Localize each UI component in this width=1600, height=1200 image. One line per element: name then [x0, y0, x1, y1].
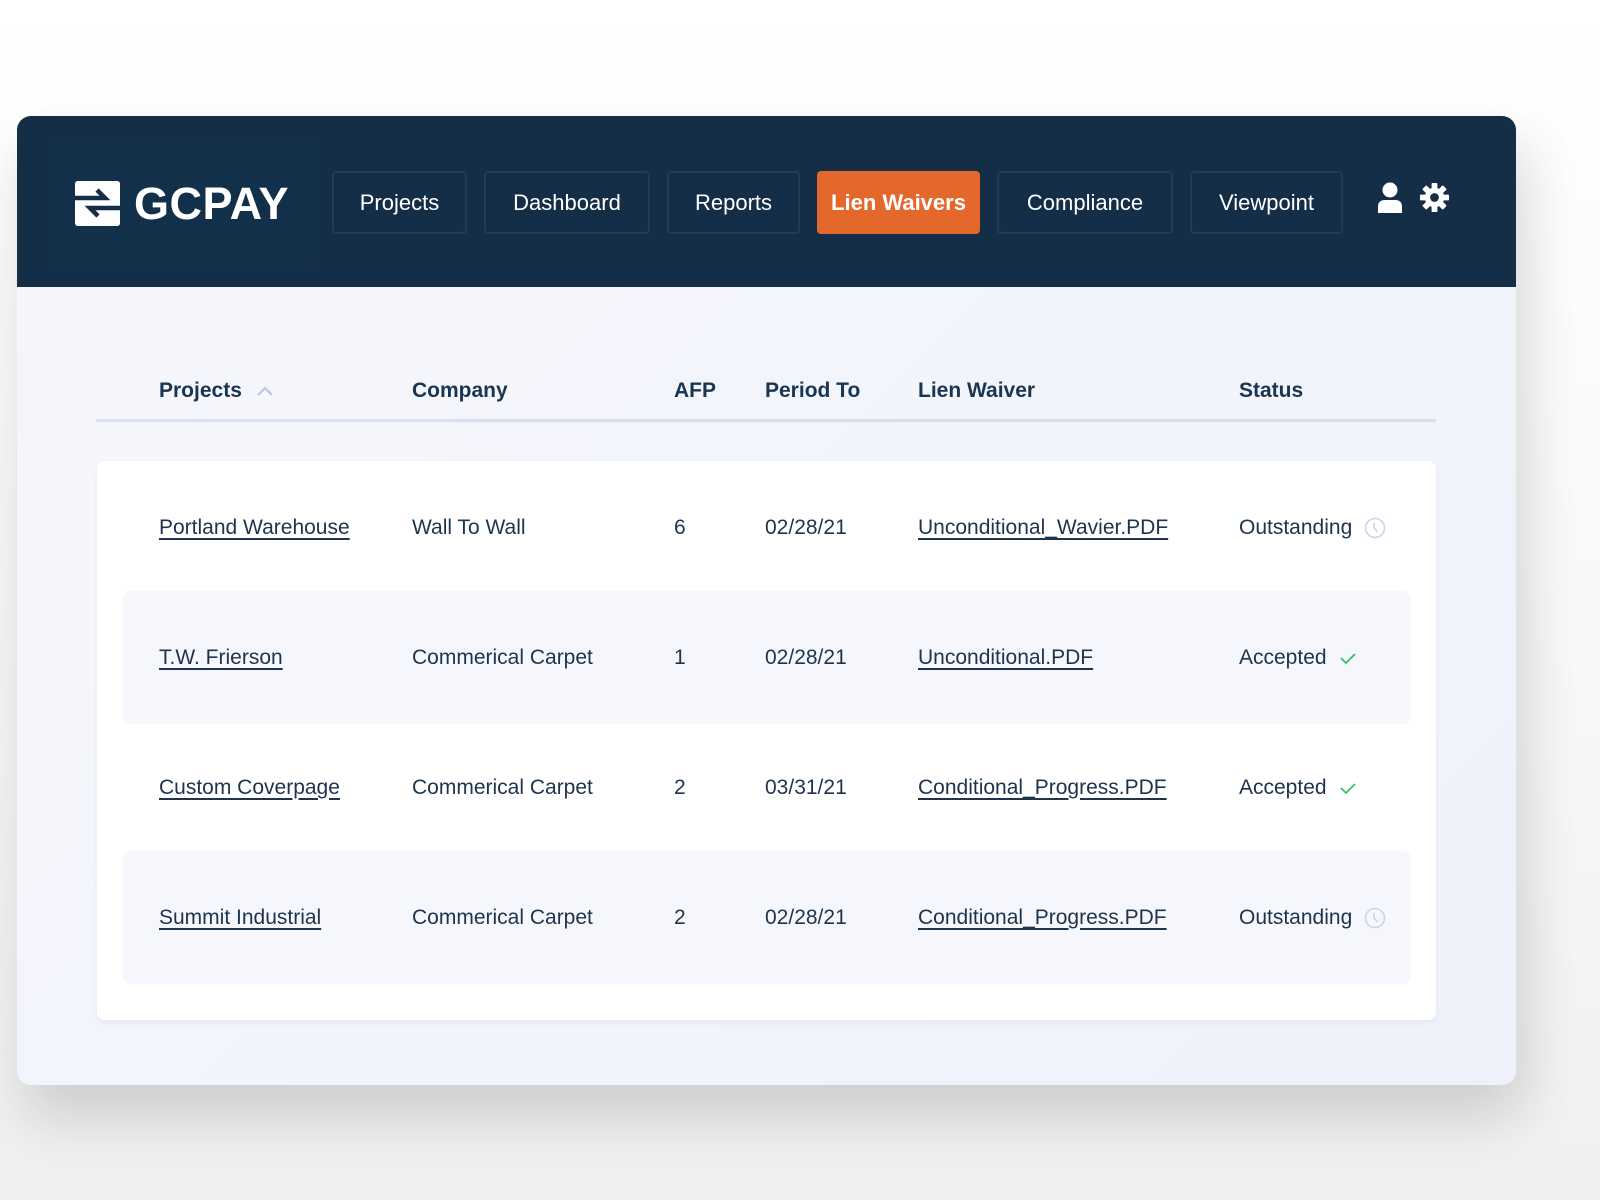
- nav-viewpoint[interactable]: Viewpoint: [1190, 171, 1343, 234]
- logo[interactable]: GCPAY: [49, 140, 314, 267]
- check-icon: [1339, 651, 1357, 665]
- company-cell: Wall To Wall: [412, 515, 526, 539]
- sort-ascending-icon[interactable]: [256, 379, 274, 403]
- status-text: Outstanding: [1239, 905, 1353, 929]
- user-icon[interactable]: [1377, 182, 1403, 219]
- status-text: Outstanding: [1239, 515, 1353, 539]
- nav-projects[interactable]: Projects: [332, 171, 467, 234]
- afp-cell: 2: [674, 905, 686, 929]
- app-window: GCPAY Projects Dashboard Reports Lien Wa…: [17, 116, 1516, 1085]
- period-to-cell: 02/28/21: [765, 515, 847, 539]
- table-row: Summit Industrial Commerical Carpet 2 02…: [123, 851, 1411, 984]
- lien-waiver-link[interactable]: Unconditional.PDF: [918, 646, 1093, 670]
- project-link[interactable]: Portland Warehouse: [159, 516, 350, 540]
- lien-waiver-link[interactable]: Conditional_Progress.PDF: [918, 906, 1167, 930]
- top-navigation-bar: GCPAY Projects Dashboard Reports Lien Wa…: [17, 116, 1516, 287]
- nav-dashboard[interactable]: Dashboard: [484, 171, 650, 234]
- nav-compliance[interactable]: Compliance: [997, 171, 1173, 234]
- table-row: Custom Coverpage Commerical Carpet 2 03/…: [123, 721, 1411, 854]
- logo-mark-icon: [75, 181, 120, 226]
- table-header: Projects Company AFP Period To Lien Waiv…: [96, 366, 1436, 422]
- status-text: Accepted: [1239, 775, 1327, 799]
- clock-icon: [1364, 907, 1386, 929]
- project-link[interactable]: T.W. Frierson: [159, 646, 283, 670]
- status-text: Accepted: [1239, 645, 1327, 669]
- check-icon: [1339, 781, 1357, 795]
- project-link[interactable]: Summit Industrial: [159, 906, 321, 930]
- nav-lien-waivers[interactable]: Lien Waivers: [817, 171, 980, 234]
- afp-cell: 1: [674, 645, 686, 669]
- column-header-afp[interactable]: AFP: [674, 366, 716, 416]
- lien-waiver-link[interactable]: Conditional_Progress.PDF: [918, 776, 1167, 800]
- period-to-cell: 02/28/21: [765, 645, 847, 669]
- column-header-status[interactable]: Status: [1239, 366, 1303, 416]
- afp-cell: 6: [674, 515, 686, 539]
- column-header-company[interactable]: Company: [412, 366, 508, 416]
- brand-name: GCPAY: [134, 177, 290, 229]
- company-cell: Commerical Carpet: [412, 775, 593, 799]
- column-header-period-to[interactable]: Period To: [765, 366, 860, 416]
- column-header-projects[interactable]: Projects: [159, 366, 274, 416]
- lien-waivers-table: Portland Warehouse Wall To Wall 6 02/28/…: [97, 461, 1436, 1020]
- period-to-cell: 03/31/21: [765, 775, 847, 799]
- gear-icon[interactable]: [1419, 182, 1450, 218]
- afp-cell: 2: [674, 775, 686, 799]
- nav-reports[interactable]: Reports: [667, 171, 800, 234]
- period-to-cell: 02/28/21: [765, 905, 847, 929]
- table-row: T.W. Frierson Commerical Carpet 1 02/28/…: [123, 591, 1411, 724]
- project-link[interactable]: Custom Coverpage: [159, 776, 340, 800]
- company-cell: Commerical Carpet: [412, 645, 593, 669]
- column-header-lien-waiver[interactable]: Lien Waiver: [918, 366, 1035, 416]
- company-cell: Commerical Carpet: [412, 905, 593, 929]
- table-row: Portland Warehouse Wall To Wall 6 02/28/…: [123, 461, 1411, 594]
- lien-waiver-link[interactable]: Unconditional_Wavier.PDF: [918, 516, 1168, 540]
- clock-icon: [1364, 517, 1386, 539]
